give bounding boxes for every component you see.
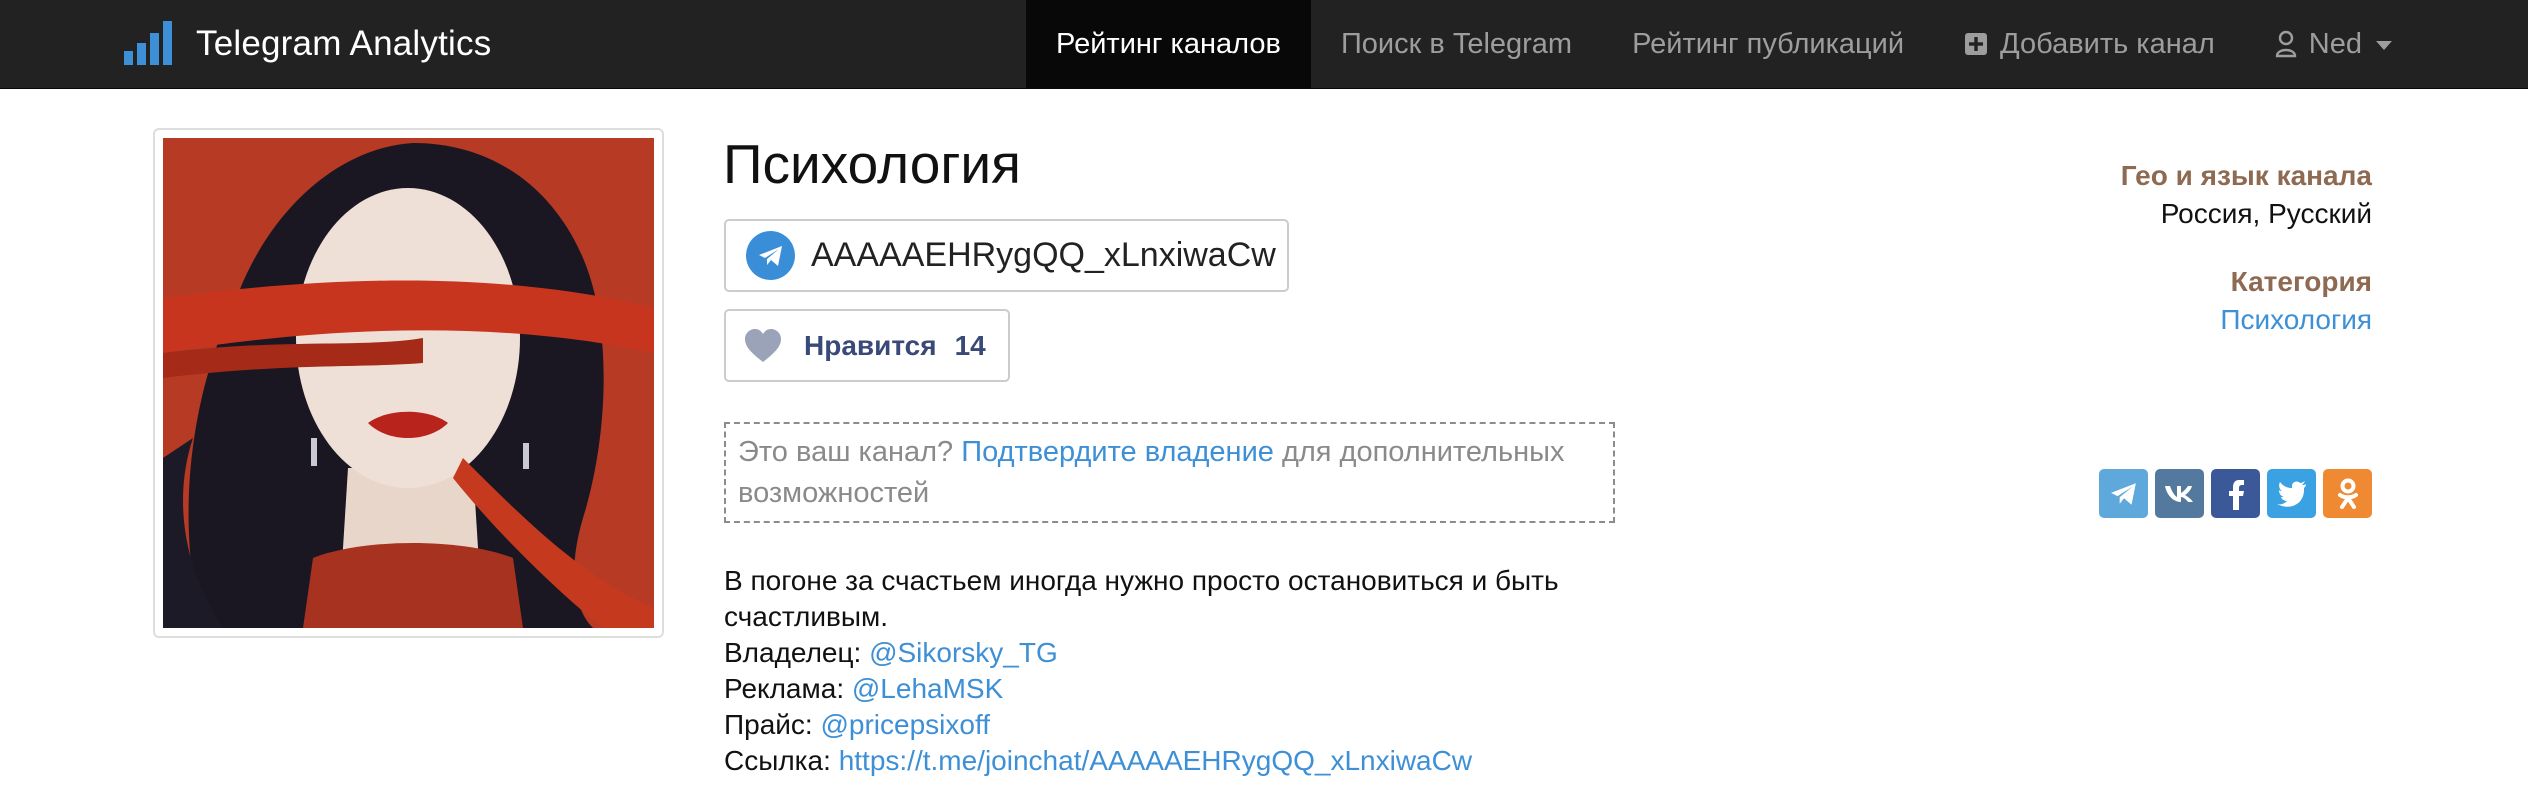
like-label: Нравится <box>804 329 937 361</box>
nav-label: Рейтинг публикаций <box>1632 27 1905 60</box>
join-link-line: Ссылка: https://t.me/joinchat/AAAAAEHRyg… <box>724 743 1624 779</box>
price-line: Прайс: @pricepsixoff <box>724 707 1624 743</box>
odnoklassniki-icon <box>2337 478 2358 509</box>
twitter-share-button[interactable] <box>2267 469 2316 518</box>
price-link[interactable]: @pricepsixoff <box>820 709 990 740</box>
user-icon <box>2275 30 2297 58</box>
join-link-label: Ссылка: <box>724 745 831 776</box>
channel-avatar-frame <box>153 128 664 638</box>
notice-prefix: Это ваш канал? <box>738 436 954 468</box>
nav-add-channel[interactable]: Добавить канал <box>1934 0 2245 88</box>
owner-link[interactable]: @Sikorsky_TG <box>869 637 1058 668</box>
price-label: Прайс: <box>724 709 813 740</box>
ads-label: Реклама: <box>724 673 845 704</box>
vk-share-button[interactable] <box>2155 469 2204 518</box>
join-link[interactable]: https://t.me/joinchat/AAAAAEHRygQQ_xLnxi… <box>839 745 1472 776</box>
ads-link[interactable]: @LehaMSK <box>852 673 1003 704</box>
channel-username: AAAAAEHRygQQ_xLnxiwaCw <box>811 236 1276 274</box>
nav-posts-rating[interactable]: Рейтинг публикаций <box>1602 0 1934 88</box>
channel-username-button[interactable]: AAAAAEHRygQQ_xLnxiwaCw <box>724 219 1289 292</box>
channel-description: В погоне за счастьем иногда нужно просто… <box>724 563 1624 779</box>
telegram-icon <box>2110 482 2136 505</box>
nav-telegram-search[interactable]: Поиск в Telegram <box>1311 0 1602 88</box>
nav-label: Рейтинг каналов <box>1056 27 1281 60</box>
channel-title: Психология <box>723 133 1021 195</box>
owner-line: Владелец: @Sikorsky_TG <box>724 635 1624 671</box>
nav-channel-rating[interactable]: Рейтинг каналов <box>1026 0 1311 88</box>
geo-language-label: Гео и язык канала <box>2120 160 2372 191</box>
main-nav: Рейтинг каналов Поиск в Telegram Рейтинг… <box>1026 0 2528 88</box>
nav-label: Поиск в Telegram <box>1340 27 1573 60</box>
caret-down-icon <box>2376 41 2392 50</box>
bar-chart-logo-icon <box>124 21 172 65</box>
facebook-icon <box>2228 479 2244 510</box>
category-label: Категория <box>2230 266 2372 297</box>
like-count: 14 <box>954 329 986 361</box>
vk-icon <box>2164 485 2193 502</box>
brand-link[interactable]: Telegram Analytics <box>122 0 491 88</box>
brand-name: Telegram Analytics <box>196 24 492 63</box>
category-link[interactable]: Психология <box>2220 304 2372 335</box>
odnoklassniki-share-button[interactable] <box>2323 469 2372 518</box>
share-buttons <box>2099 469 2372 518</box>
nav-label: Добавить канал <box>2000 27 2215 60</box>
channel-meta: Гео и язык канала Россия, Русский Катего… <box>1972 160 2372 336</box>
top-navbar: Telegram Analytics Рейтинг каналов Поиск… <box>0 0 2528 89</box>
description-text: В погоне за счастьем иногда нужно просто… <box>724 565 1559 632</box>
ownership-notice: Это ваш канал? Подтвердите владение для … <box>724 422 1615 523</box>
telegram-share-button[interactable] <box>2099 469 2148 518</box>
ads-line: Реклама: @LehaMSK <box>724 671 1624 707</box>
geo-language-value: Россия, Русский <box>2160 198 2372 229</box>
channel-avatar-image <box>163 138 654 628</box>
plus-square-icon <box>1964 32 1988 56</box>
nav-user-dropdown[interactable]: Ned <box>2245 0 2422 88</box>
like-button[interactable]: Нравится 14 <box>724 309 1010 382</box>
verify-ownership-link[interactable]: Подтвердите владение <box>961 436 1274 468</box>
telegram-icon <box>746 231 795 280</box>
heart-icon <box>744 328 782 363</box>
facebook-share-button[interactable] <box>2211 469 2260 518</box>
owner-label: Владелец: <box>724 637 862 668</box>
user-name: Ned <box>2308 27 2362 60</box>
twitter-icon <box>2276 480 2306 507</box>
